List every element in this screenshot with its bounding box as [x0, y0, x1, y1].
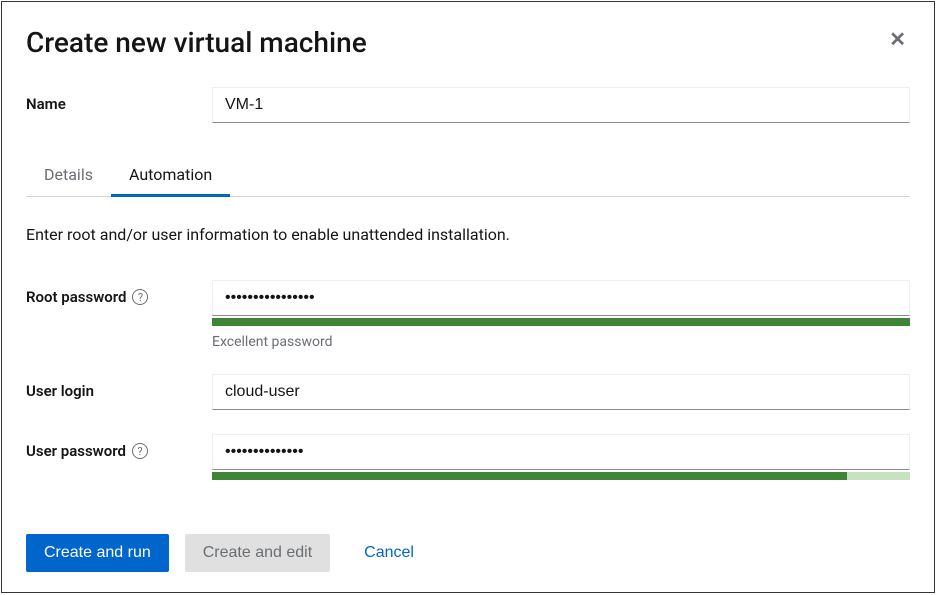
create-vm-modal: Create new virtual machine ✕ Name Detail…: [1, 1, 935, 593]
user-password-label: User password ?: [26, 434, 212, 460]
user-password-label-text: User password: [26, 442, 126, 460]
user-password-strength-bar: [212, 472, 910, 480]
user-password-strength-fill: [212, 472, 847, 480]
cancel-button[interactable]: Cancel: [346, 534, 432, 572]
user-login-input[interactable]: [212, 374, 910, 410]
root-password-strength-label: Excellent password: [212, 334, 910, 350]
create-and-edit-button[interactable]: Create and edit: [185, 534, 330, 572]
create-and-run-button[interactable]: Create and run: [26, 534, 169, 572]
close-button[interactable]: ✕: [885, 26, 910, 54]
name-label: Name: [26, 87, 212, 113]
root-password-strength-fill: [212, 318, 910, 326]
user-login-wrap: [212, 374, 910, 410]
close-icon: ✕: [889, 29, 906, 51]
modal-header: Create new virtual machine ✕: [26, 26, 910, 59]
user-password-input[interactable]: [212, 434, 910, 470]
user-password-wrap: [212, 434, 910, 480]
tabs: Details Automation: [26, 155, 910, 197]
tab-automation[interactable]: Automation: [111, 155, 230, 197]
help-icon[interactable]: ?: [132, 289, 148, 305]
root-password-row: Root password ? Excellent password: [26, 280, 910, 350]
automation-description: Enter root and/or user information to en…: [26, 225, 910, 244]
root-password-strength-bar: [212, 318, 910, 326]
name-row: Name: [26, 87, 910, 123]
root-password-label-text: Root password: [26, 288, 126, 306]
modal-footer: Create and run Create and edit Cancel: [26, 516, 910, 592]
modal-title: Create new virtual machine: [26, 26, 367, 59]
help-icon[interactable]: ?: [132, 443, 148, 459]
root-password-wrap: Excellent password: [212, 280, 910, 350]
tab-details[interactable]: Details: [26, 155, 111, 197]
user-login-row: User login: [26, 374, 910, 410]
name-input[interactable]: [212, 87, 910, 123]
user-login-label: User login: [26, 374, 212, 400]
root-password-input[interactable]: [212, 280, 910, 316]
user-password-row: User password ?: [26, 434, 910, 480]
name-input-wrap: [212, 87, 910, 123]
root-password-label: Root password ?: [26, 280, 212, 306]
